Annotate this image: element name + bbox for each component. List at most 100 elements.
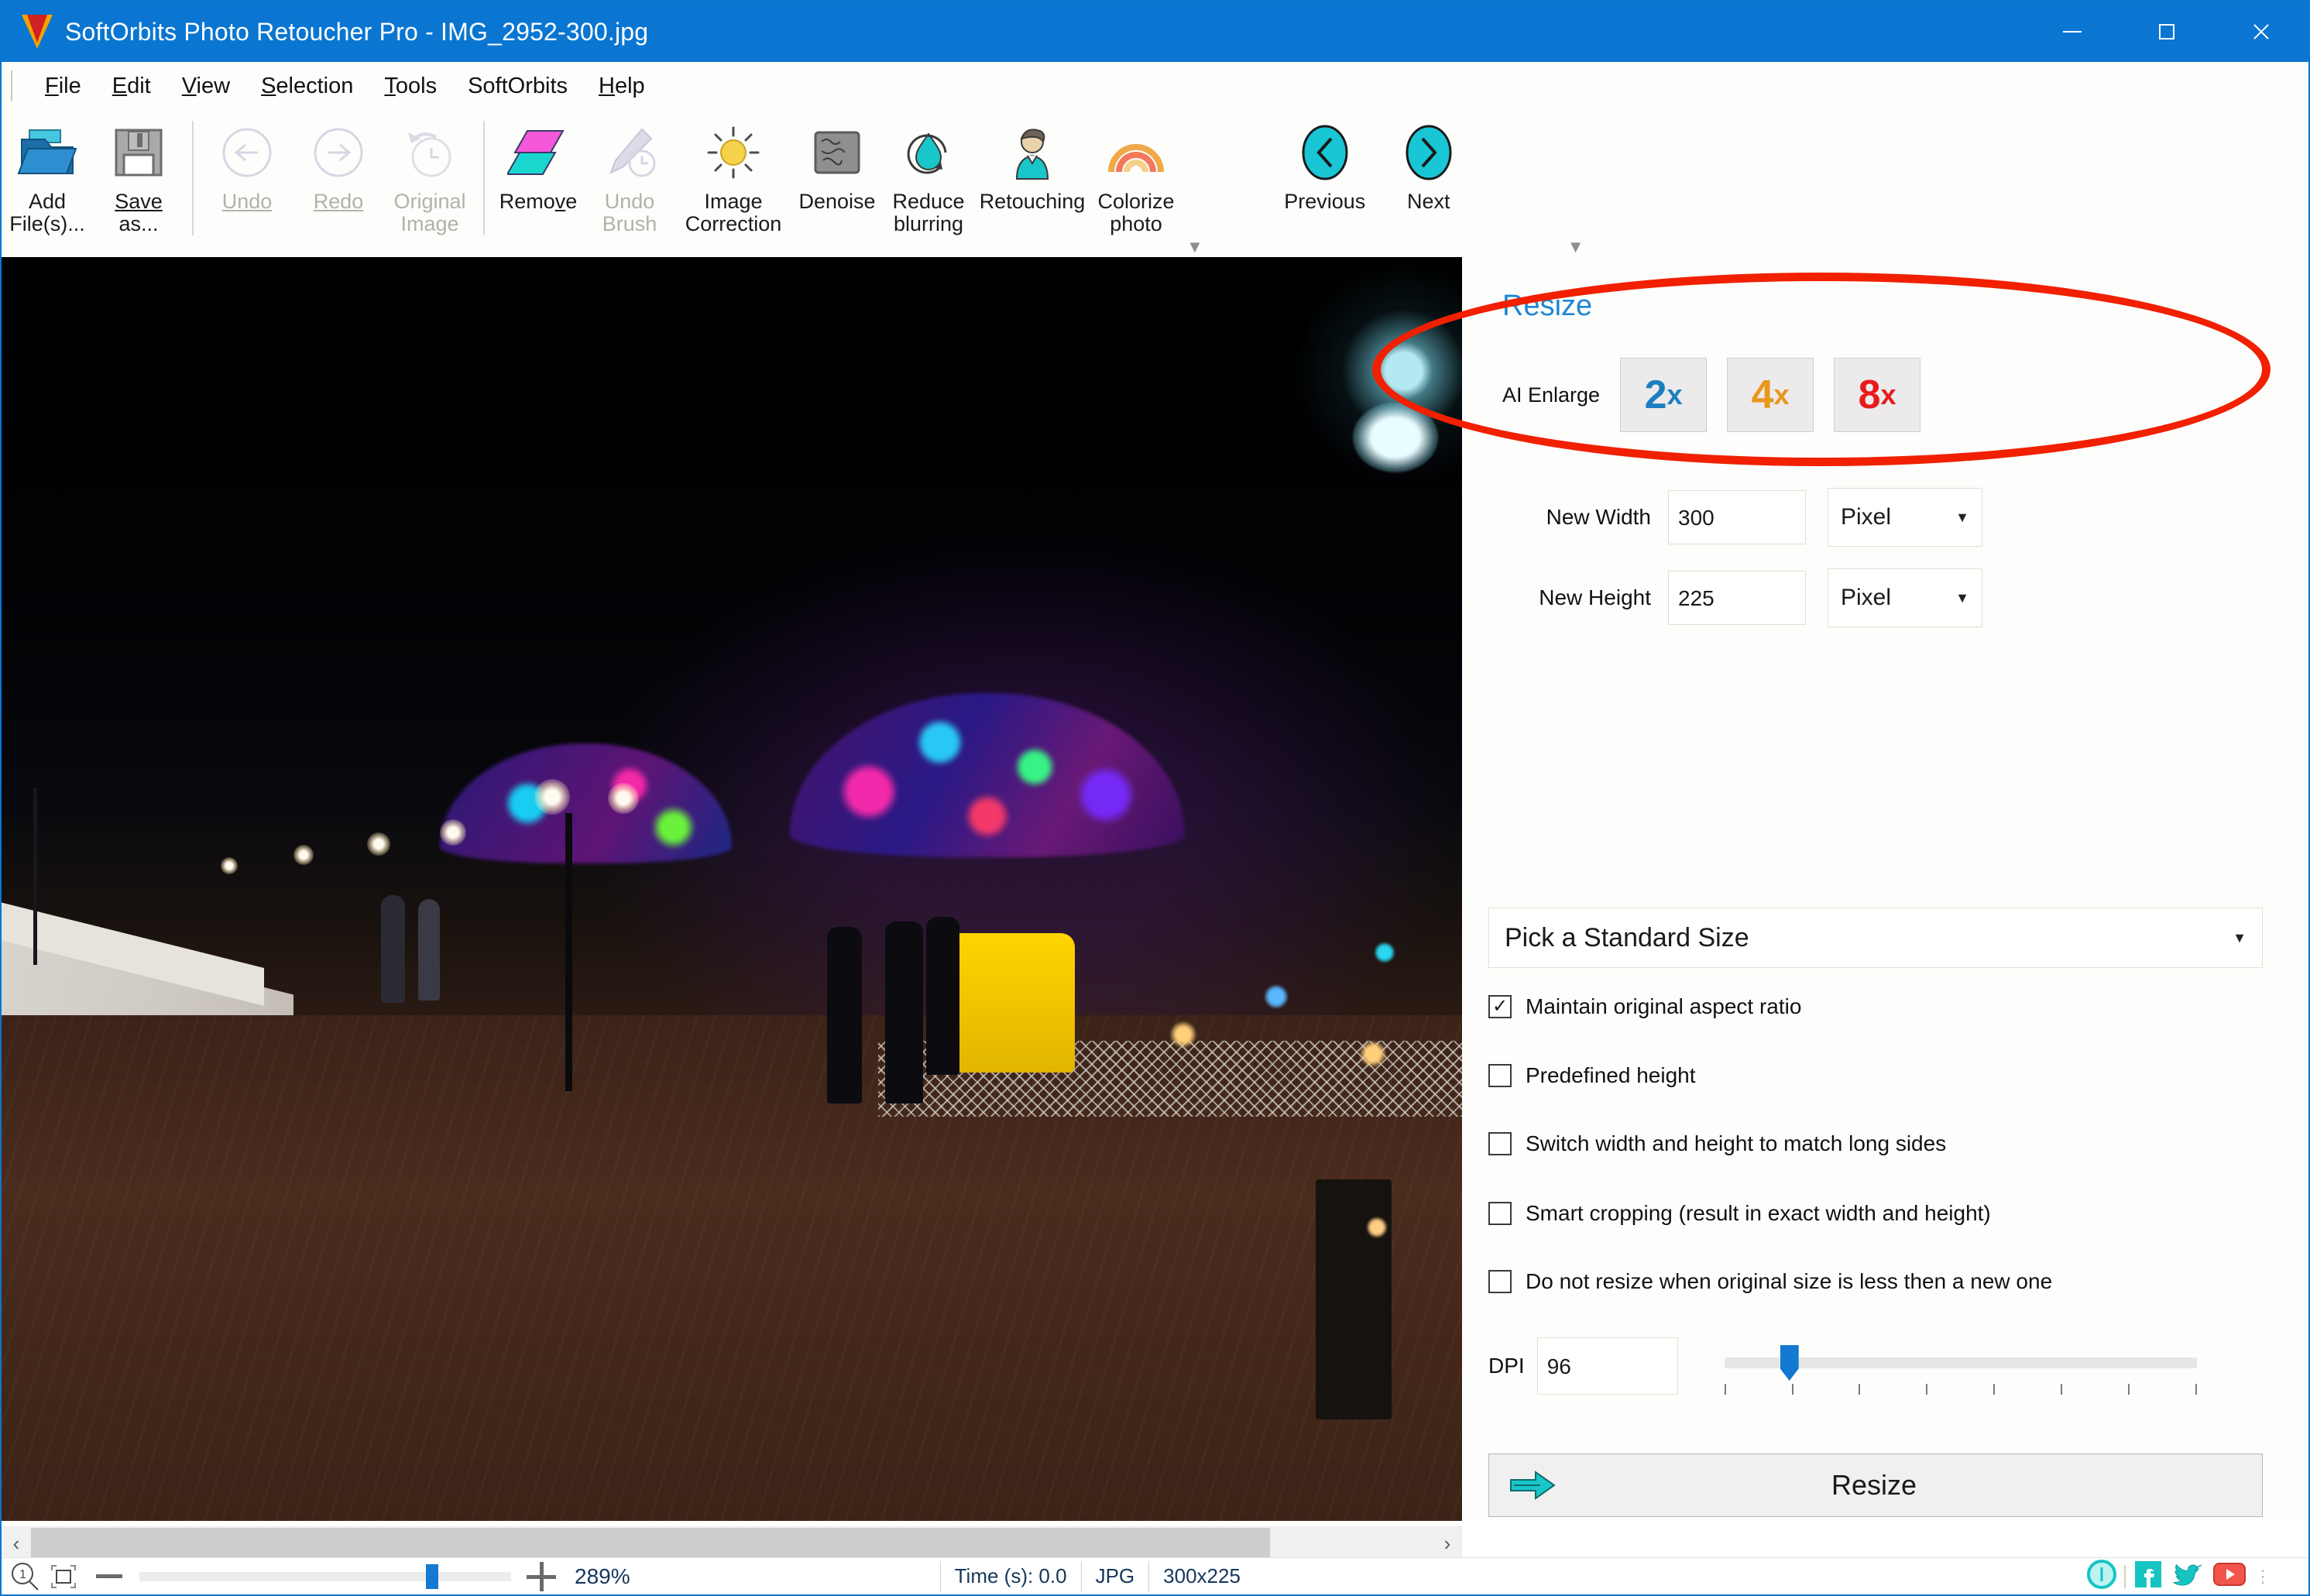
original-image-button[interactable]: Original Image xyxy=(384,110,475,249)
resize-panel: Resize AI Enlarge 2x 4x 8x New Width 300… xyxy=(1465,257,2308,1520)
history-clock-icon xyxy=(400,121,459,184)
scroll-right-icon[interactable]: › xyxy=(1433,1532,1462,1556)
checkbox-label: Do not resize when original size is less… xyxy=(1526,1269,2053,1293)
add-files-button[interactable]: Add File(s)... xyxy=(2,110,93,249)
new-width-unit-value: Pixel xyxy=(1841,504,1892,530)
standard-size-value: Pick a Standard Size xyxy=(1505,922,1749,952)
twitter-icon[interactable] xyxy=(2171,1558,2205,1594)
zoom-slider-thumb[interactable] xyxy=(426,1563,438,1589)
image-correction-label-1: Image xyxy=(704,190,763,213)
checkbox-box[interactable] xyxy=(1488,1132,1512,1155)
remove-parallelogram-icon xyxy=(507,121,569,184)
retouching-button[interactable]: Retouching xyxy=(974,110,1090,249)
new-width-input[interactable]: 300 xyxy=(1668,490,1806,544)
zoom-out-minus-icon[interactable] xyxy=(96,1574,122,1578)
trash-bin xyxy=(1316,1179,1392,1420)
ai-2x-number: 2 xyxy=(1644,372,1667,417)
youtube-icon[interactable] xyxy=(2211,1559,2248,1594)
reduce-blurring-label-2: blurring xyxy=(893,212,964,236)
dpi-input[interactable]: 96 xyxy=(1536,1337,1678,1395)
menu-item-view[interactable]: View xyxy=(166,70,245,102)
checkbox-maintain-aspect-ratio[interactable]: ✓ Maintain original aspect ratio xyxy=(1488,994,1801,1019)
image-correction-label-2: Correction xyxy=(685,212,782,236)
street-light xyxy=(293,844,314,865)
checkbox-switch-width-height[interactable]: Switch width and height to match long si… xyxy=(1488,1131,1946,1156)
menu-item-file[interactable]: File xyxy=(29,70,97,102)
colorize-photo-button[interactable]: Colorize photo xyxy=(1090,110,1182,249)
menu-item-edit[interactable]: Edit xyxy=(97,70,166,102)
resize-grip-icon[interactable]: ⋮ xyxy=(2254,1567,2277,1587)
save-as-button[interactable]: Save as... xyxy=(93,110,184,249)
close-icon[interactable] xyxy=(2214,2,2308,62)
reduce-blurring-label-1: Reduce xyxy=(892,190,965,213)
denoise-square-icon xyxy=(809,121,865,184)
menu-item-help[interactable]: Help xyxy=(583,70,661,102)
expand-group-icon[interactable]: ▼ xyxy=(1186,239,1203,256)
bokeh-light xyxy=(1169,1021,1196,1049)
new-height-row: New Height 225 Pixel ▼ xyxy=(1488,568,1982,627)
menu-item-selection[interactable]: Selection xyxy=(245,70,369,102)
rainbow-arc-icon xyxy=(1105,121,1167,184)
application-window: SoftOrbits Photo Retoucher Pro - IMG_295… xyxy=(0,0,2310,1596)
redo-button[interactable]: Redo xyxy=(293,110,384,249)
street-light xyxy=(439,819,466,846)
checkbox-box[interactable] xyxy=(1488,1270,1512,1293)
ai-enlarge-8x-button[interactable]: 8x xyxy=(1834,358,1921,432)
retouching-label: Retouching xyxy=(979,190,1086,213)
bokeh-light xyxy=(1359,1040,1386,1067)
scrollbar-track[interactable] xyxy=(31,1528,1433,1559)
facebook-icon[interactable] xyxy=(2132,1558,2164,1594)
zoom-one-to-one-icon[interactable]: 1 xyxy=(9,1561,40,1592)
zoom-slider[interactable] xyxy=(139,1563,511,1589)
floppy-disk-save-icon xyxy=(112,121,166,184)
zoom-in-plus-icon[interactable] xyxy=(527,1561,556,1591)
undo-button[interactable]: Undo xyxy=(201,110,293,249)
canvas-horizontal-scrollbar[interactable]: ‹ › xyxy=(2,1526,1462,1560)
chevron-down-icon: ▼ xyxy=(2233,929,2247,946)
ai-2x-suffix: x xyxy=(1666,379,1683,410)
checkbox-box[interactable] xyxy=(1488,1202,1512,1225)
menu-item-softorbits[interactable]: SoftOrbits xyxy=(452,70,583,102)
checkbox-box[interactable] xyxy=(1488,1064,1512,1087)
redo-label: Redo xyxy=(313,190,364,213)
checkbox-predefined-height[interactable]: Predefined height xyxy=(1488,1063,1696,1088)
expand-group-icon[interactable]: ▼ xyxy=(1567,239,1584,256)
menu-item-tools[interactable]: Tools xyxy=(369,70,452,102)
colorize-photo-label-1: Colorize xyxy=(1097,190,1175,213)
original-image-label-2: Image xyxy=(400,212,459,236)
resize-button[interactable]: Resize xyxy=(1488,1454,2263,1517)
maximize-icon[interactable] xyxy=(2120,2,2214,62)
ai-enlarge-2x-button[interactable]: 2x xyxy=(1620,358,1708,432)
standard-size-select[interactable]: Pick a Standard Size ▼ xyxy=(1488,908,2263,968)
image-canvas[interactable] xyxy=(2,257,1462,1521)
minimize-icon[interactable] xyxy=(2025,2,2120,62)
toolbar: Add File(s)... Save as... Undo Redo Orig… xyxy=(2,110,2308,257)
checkbox-smart-cropping[interactable]: Smart cropping (result in exact width an… xyxy=(1488,1201,1991,1226)
checkbox-box[interactable]: ✓ xyxy=(1488,995,1512,1018)
remove-button[interactable]: Remove xyxy=(493,110,584,249)
ai-enlarge-4x-button[interactable]: 4x xyxy=(1727,358,1814,432)
new-width-unit-select[interactable]: Pixel ▼ xyxy=(1828,488,1982,547)
new-height-input[interactable]: 225 xyxy=(1668,571,1806,625)
scroll-left-icon[interactable]: ‹ xyxy=(2,1532,31,1556)
undo-brush-button[interactable]: Undo Brush xyxy=(584,110,675,249)
checkbox-label: Switch width and height to match long si… xyxy=(1526,1131,1947,1155)
toolbar-separator xyxy=(192,121,194,235)
dpi-slider[interactable] xyxy=(1724,1337,2197,1395)
dpi-slider-thumb[interactable] xyxy=(1780,1345,1799,1381)
scrollbar-thumb[interactable] xyxy=(31,1528,1270,1559)
next-label: Next xyxy=(1407,190,1450,213)
fit-to-window-icon[interactable] xyxy=(48,1561,79,1592)
new-height-unit-select[interactable]: Pixel ▼ xyxy=(1828,568,1982,627)
zoom-level-value: 289% xyxy=(575,1563,630,1588)
info-circle-icon[interactable] xyxy=(2085,1558,2118,1594)
checkbox-do-not-resize[interactable]: Do not resize when original size is less… xyxy=(1488,1269,2052,1294)
checkbox-label: Smart cropping (result in exact width an… xyxy=(1526,1201,1991,1225)
reduce-blurring-button[interactable]: Reduce blurring xyxy=(883,110,974,249)
previous-button[interactable]: Previous xyxy=(1267,110,1383,249)
lamp-post xyxy=(565,813,572,1092)
next-button[interactable]: Next xyxy=(1383,110,1474,249)
denoise-button[interactable]: Denoise xyxy=(791,110,883,249)
toolbar-group-tools: Remove Undo Brush Image Correction Denoi… xyxy=(493,110,1203,257)
image-correction-button[interactable]: Image Correction xyxy=(675,110,791,249)
